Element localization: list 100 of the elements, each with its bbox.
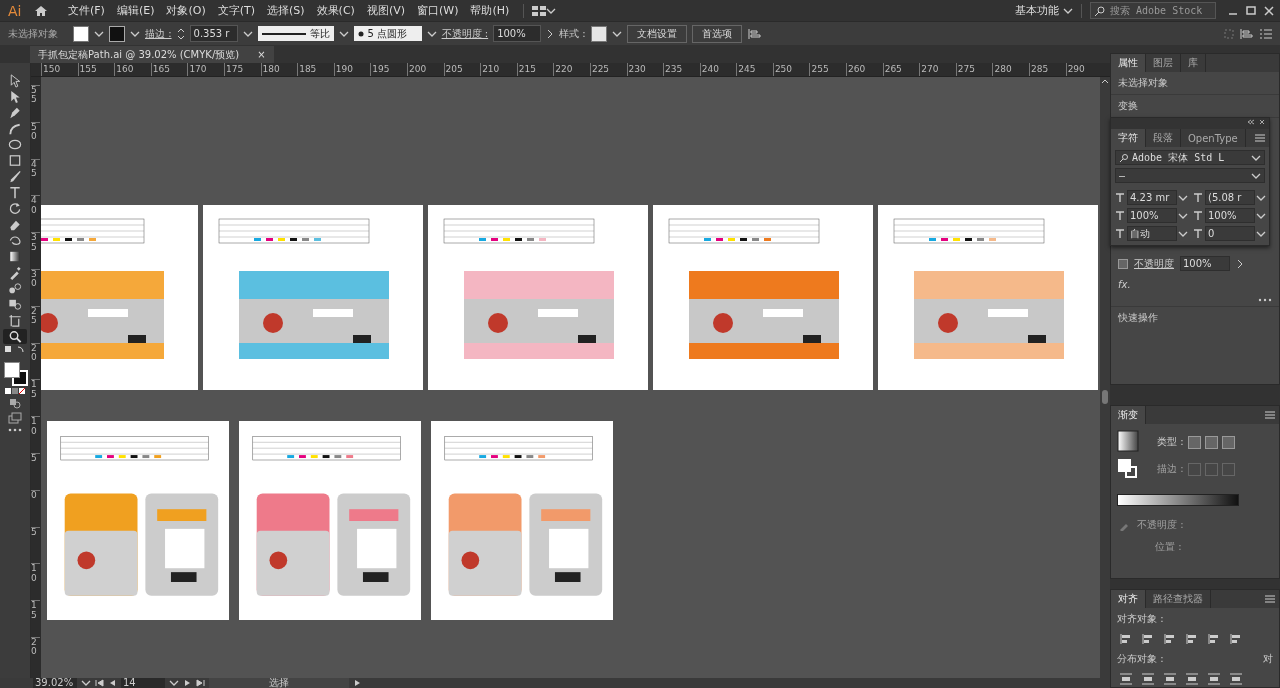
panel-tab[interactable]: 字符 [1111, 129, 1146, 147]
distribute-objects-icon[interactable] [1141, 673, 1155, 685]
menu-item[interactable]: 编辑(E) [110, 3, 161, 18]
align-objects-icon[interactable] [1163, 633, 1177, 645]
number-field[interactable]: 自动 [1127, 226, 1177, 241]
panel-tab[interactable]: 属性 [1111, 54, 1146, 72]
stroke-label[interactable]: 描边 : [145, 26, 172, 41]
number-field[interactable]: 4.23 mr [1127, 190, 1177, 205]
scrollbar[interactable] [1100, 77, 1110, 678]
panel-tab[interactable]: OpenType [1181, 129, 1246, 147]
effects-button[interactable]: fx. [1118, 279, 1131, 290]
distribute-objects-icon[interactable] [1185, 673, 1199, 685]
align-objects-icon[interactable] [1229, 633, 1243, 645]
distribute-objects-icon[interactable] [1119, 673, 1133, 685]
number-field[interactable]: (5.08 r [1205, 190, 1255, 205]
caret-icon[interactable] [94, 29, 104, 38]
opacity-label[interactable]: 不透明度 [1134, 256, 1174, 271]
caret-icon[interactable] [546, 6, 557, 15]
draw-mode-icon[interactable] [7, 396, 23, 410]
stroke-weight-field[interactable]: 0.353 r [189, 25, 238, 42]
caret-icon[interactable] [426, 29, 437, 38]
caret-icon[interactable] [1063, 6, 1073, 15]
zoom-icon[interactable] [3, 329, 27, 344]
tab-close-button[interactable]: × [257, 49, 266, 60]
close-icon[interactable] [1262, 4, 1276, 17]
toolbar-button[interactable]: 首选项 [691, 24, 742, 43]
distribute-objects-icon[interactable] [1207, 673, 1221, 685]
panel-menu-icon[interactable] [1255, 134, 1265, 142]
stroke-swatch[interactable] [109, 25, 125, 42]
panel-menu-icon[interactable] [1265, 411, 1275, 419]
fill-swatch[interactable] [73, 25, 89, 42]
opacity-label[interactable]: 不透明度 : [441, 26, 489, 41]
align-objects-icon[interactable] [1119, 633, 1133, 645]
menu-item[interactable]: 窗口(W) [411, 3, 465, 18]
align-objects-icon[interactable] [1141, 633, 1155, 645]
panel-tab[interactable]: 路径查找器 [1146, 590, 1211, 608]
workspace-layout-icon[interactable] [532, 5, 547, 16]
menu-item[interactable]: 文件(F) [62, 3, 111, 18]
gradient-swatch-icon[interactable] [1117, 430, 1141, 454]
search-field[interactable]: 搜索 Adobe Stock [1090, 2, 1216, 19]
freeform-gradient-icon[interactable] [1221, 435, 1235, 449]
panel-tab[interactable]: 段落 [1146, 129, 1181, 147]
distribute-objects-icon[interactable] [1229, 673, 1243, 685]
home-icon[interactable] [34, 4, 48, 17]
menu-item[interactable]: 选择(S) [261, 3, 311, 18]
distribute-objects-icon[interactable] [1163, 673, 1177, 685]
menu-item[interactable]: 对象(O) [160, 3, 212, 18]
panel-menu-icon[interactable] [1260, 28, 1272, 39]
caret-icon[interactable] [242, 29, 253, 38]
chevron-right-icon[interactable] [546, 28, 555, 39]
maximize-icon[interactable] [1244, 4, 1258, 17]
fill-stroke-icon[interactable] [1117, 458, 1139, 480]
font-family-dropdown[interactable]: Adobe 宋体 Std L [1115, 150, 1265, 165]
collapse-icon[interactable] [1247, 119, 1255, 125]
screen-mode-icon[interactable] [7, 411, 23, 425]
toolbar-button[interactable]: 文档设置 [626, 24, 687, 43]
panel-menu-icon[interactable] [1265, 595, 1275, 603]
menu-item[interactable]: 效果(C) [310, 3, 361, 18]
brush-dropdown[interactable]: 5 点圆形 [353, 26, 422, 41]
menu-item[interactable]: 文字(T) [211, 3, 262, 18]
first-artboard-icon[interactable] [95, 679, 105, 687]
opacity-field[interactable]: 100% [1180, 256, 1230, 271]
number-field[interactable]: 100% [1127, 208, 1177, 223]
zoom-field[interactable]: 39.02% [33, 678, 77, 688]
stroke-profile-dropdown[interactable]: 等比 [257, 26, 334, 41]
swap-colors-icon[interactable] [4, 345, 26, 355]
stepper-icon[interactable] [176, 26, 185, 41]
color-mode-icon[interactable] [4, 387, 26, 395]
document-tab[interactable]: 手抓包定稿Path.ai @ 39.02% (CMYK/预览) × [30, 46, 274, 63]
align-objects-icon[interactable] [1207, 633, 1221, 645]
scroll-up-icon[interactable] [1101, 77, 1109, 85]
align-options-icon[interactable] [1239, 27, 1255, 40]
opacity-field[interactable]: 100% [493, 25, 542, 42]
caret-icon[interactable] [81, 679, 91, 687]
graphic-style-swatch[interactable] [590, 25, 607, 42]
align-objects-icon[interactable] [1185, 633, 1199, 645]
panel-tab[interactable]: 对 [1263, 652, 1273, 666]
chevron-right-icon[interactable] [1236, 258, 1244, 269]
number-field[interactable]: 100% [1205, 208, 1255, 223]
more-tools-icon[interactable] [7, 426, 23, 434]
close-icon[interactable] [1259, 119, 1265, 125]
number-field[interactable]: 0 [1205, 226, 1255, 241]
menu-item[interactable]: 视图(V) [360, 3, 411, 18]
fill-stroke-swatch[interactable] [2, 360, 28, 386]
panel-tab[interactable]: 对齐 [1111, 590, 1146, 608]
last-artboard-icon[interactable] [195, 679, 205, 687]
caret-icon[interactable] [130, 29, 140, 38]
artboard-number-field[interactable]: 14 [121, 678, 165, 688]
align-options-icon[interactable] [746, 27, 763, 40]
panel-tab[interactable]: 库 [1181, 54, 1206, 72]
caret-icon[interactable] [338, 29, 349, 38]
scrollbar-thumb[interactable] [1102, 390, 1108, 404]
linear-gradient-icon[interactable] [1187, 435, 1201, 449]
workspace-switcher[interactable]: 基本功能 [1015, 3, 1059, 18]
panel-tab[interactable]: 图层 [1146, 54, 1181, 72]
opacity-mask-icon[interactable] [1118, 258, 1128, 269]
more-options-icon[interactable] [1258, 298, 1272, 302]
menu-item[interactable]: 帮助(H) [464, 3, 516, 18]
radial-gradient-icon[interactable] [1204, 435, 1218, 449]
caret-icon[interactable] [169, 679, 179, 687]
